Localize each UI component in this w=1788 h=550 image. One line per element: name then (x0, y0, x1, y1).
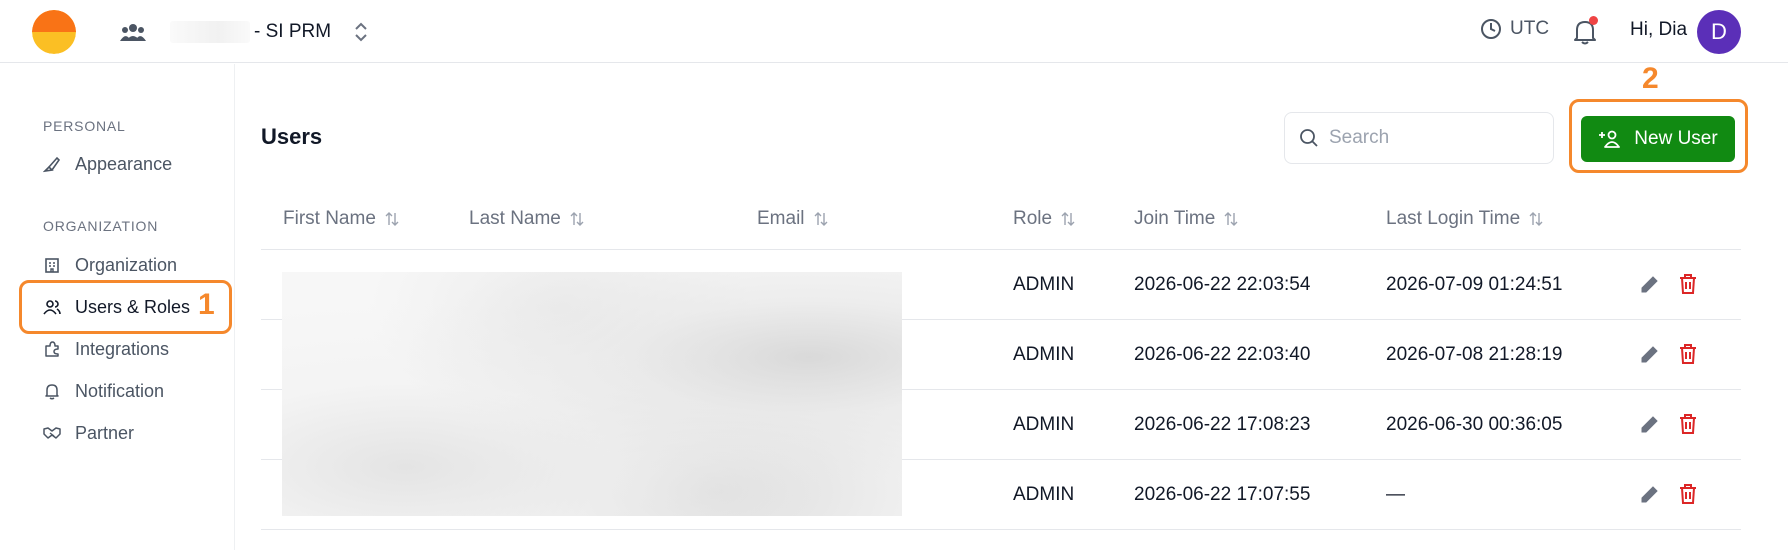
last-login-cell: — (1386, 484, 1405, 505)
top-bar: - SI PRM UTC Hi, Dia D (0, 0, 1788, 63)
column-header-email[interactable]: Email (757, 208, 829, 230)
sidebar-item-notification[interactable]: Notification (43, 376, 164, 406)
sidebar-item-appearance[interactable]: Appearance (43, 149, 172, 179)
team-icon (120, 24, 146, 41)
sort-icon (385, 212, 399, 226)
last-login-cell: 2026-06-30 00:36:05 (1386, 414, 1563, 435)
sort-icon (1061, 212, 1075, 226)
join-time-cell: 2026-06-22 22:03:54 (1134, 274, 1311, 295)
annotation-number-1: 1 (198, 288, 215, 321)
puzzle-icon (45, 341, 59, 357)
search-input[interactable] (1329, 127, 1529, 149)
role-cell: ADMIN (1013, 484, 1075, 505)
sidebar-item-partner[interactable]: Partner (43, 418, 134, 448)
join-time-cell: 2026-06-22 17:07:55 (1134, 484, 1311, 505)
section-label-personal: PERSONAL (43, 118, 126, 134)
column-header-first-name[interactable]: First Name (283, 208, 400, 230)
sidebar-item-organization[interactable]: Organization (43, 250, 177, 280)
sidebar-item-label: Partner (75, 422, 135, 443)
edit-icon[interactable] (1638, 342, 1662, 366)
join-time-cell: 2026-06-22 17:08:23 (1134, 414, 1311, 435)
handshake-icon (43, 427, 61, 439)
delete-icon[interactable] (1676, 412, 1700, 436)
chevron-updown-icon (355, 22, 367, 42)
sidebar-item-label: Organization (75, 254, 178, 275)
annotation-box-2 (1569, 99, 1748, 173)
delete-icon[interactable] (1676, 342, 1700, 366)
delete-icon[interactable] (1676, 482, 1700, 506)
join-time-cell: 2026-06-22 22:03:40 (1134, 344, 1311, 365)
bell-icon (45, 384, 59, 400)
org-switcher[interactable]: - SI PRM (120, 14, 369, 50)
edit-icon[interactable] (1638, 272, 1662, 296)
app-logo[interactable] (32, 10, 76, 54)
role-cell: ADMIN (1013, 344, 1075, 365)
sidebar-item-label: Appearance (75, 153, 173, 174)
building-icon (45, 258, 59, 273)
timezone-label: UTC (1510, 18, 1550, 39)
paintbrush-icon (43, 156, 61, 173)
role-cell: ADMIN (1013, 274, 1075, 295)
notifications-button[interactable] (1572, 16, 1598, 46)
notification-dot (1589, 16, 1598, 25)
edit-icon[interactable] (1638, 412, 1662, 436)
org-name: - SI PRM (254, 21, 332, 42)
sidebar-item-label: Notification (75, 380, 165, 401)
page-title: Users (261, 124, 323, 149)
redacted-user-details (282, 272, 902, 516)
search-box[interactable] (1284, 112, 1554, 164)
last-login-cell: 2026-07-08 21:28:19 (1386, 344, 1563, 365)
section-label-organization: ORGANIZATION (43, 218, 159, 234)
sidebar-item-integrations[interactable]: Integrations (43, 334, 169, 364)
sort-icon (1224, 212, 1238, 226)
user-greeting: Hi, Dia (1630, 19, 1688, 40)
column-header-role[interactable]: Role (1013, 208, 1076, 230)
redacted-org-prefix (170, 21, 250, 43)
sidebar-item-label: Integrations (75, 338, 170, 359)
delete-icon[interactable] (1676, 272, 1700, 296)
column-header-last-name[interactable]: Last Name (469, 208, 585, 230)
edit-icon[interactable] (1638, 482, 1662, 506)
user-avatar[interactable]: D (1697, 10, 1741, 54)
sort-icon (570, 212, 584, 226)
column-header-join-time[interactable]: Join Time (1134, 208, 1239, 230)
sort-icon (814, 212, 828, 226)
clock-icon (1481, 19, 1501, 39)
timezone-selector[interactable]: UTC (1480, 18, 1549, 40)
column-header-last-login-time[interactable]: Last Login Time (1386, 208, 1544, 230)
search-icon (1300, 129, 1318, 147)
sort-icon (1529, 212, 1543, 226)
last-login-cell: 2026-07-09 01:24:51 (1386, 274, 1563, 295)
annotation-number-2: 2 (1642, 62, 1659, 95)
role-cell: ADMIN (1013, 414, 1075, 435)
